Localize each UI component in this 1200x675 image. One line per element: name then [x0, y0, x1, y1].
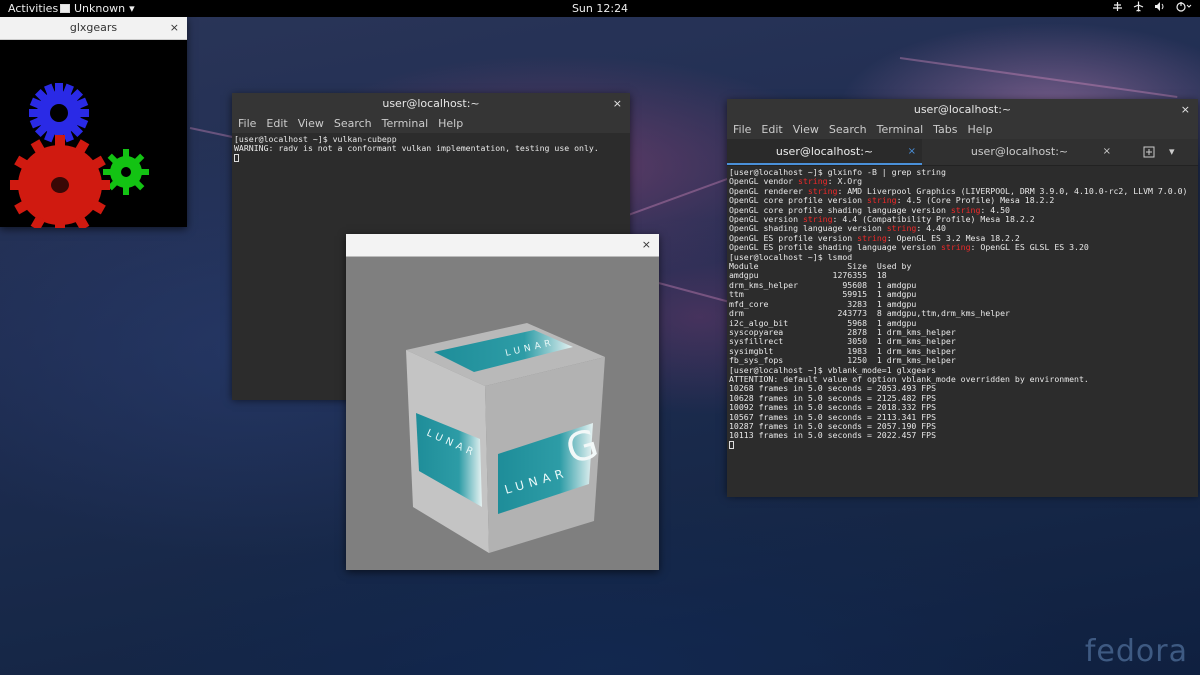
lunarg-cube: LUNAR LUNAR LUNAR G — [406, 323, 605, 553]
fedora-logo: fedora — [1084, 634, 1188, 669]
menu-help[interactable]: Help — [968, 121, 993, 139]
tab-2[interactable]: user@localhost:~ × — [922, 139, 1117, 165]
activities-button[interactable]: Activities — [8, 0, 58, 17]
terminal-titlebar[interactable]: user@localhost:~ × — [727, 99, 1198, 121]
tab-1[interactable]: user@localhost:~ × — [727, 139, 922, 165]
close-tab-icon[interactable]: × — [1103, 139, 1111, 165]
close-tab-icon[interactable]: × — [908, 139, 916, 165]
menu-view[interactable]: View — [793, 121, 819, 139]
menu-file[interactable]: File — [238, 115, 256, 133]
close-icon[interactable]: × — [613, 93, 622, 115]
menu-file[interactable]: File — [733, 121, 751, 139]
terminal-line: 10113 frames in 5.0 seconds = 2022.457 F… — [729, 430, 937, 441]
system-tray[interactable] — [1112, 0, 1192, 17]
app-menu-label: Unknown — [74, 2, 126, 15]
menu-terminal[interactable]: Terminal — [382, 115, 429, 133]
power-icon[interactable] — [1176, 0, 1192, 17]
tab-bar: user@localhost:~ × user@localhost:~ × ▾ — [727, 139, 1198, 166]
terminal-output[interactable]: [user@localhost ~]$ glxinfo -B | grep st… — [727, 166, 1198, 497]
text-cursor — [729, 441, 734, 450]
cube-canvas: LUNAR LUNAR LUNAR G — [406, 323, 605, 553]
window-title: glxgears — [69, 21, 118, 34]
top-bar: Activities Unknown ▾ Sun 12:24 — [0, 0, 1200, 17]
menu-edit[interactable]: Edit — [761, 121, 782, 139]
vulkan-cube-window[interactable]: × LUNAR LUNAR LUNAR G — [346, 234, 659, 570]
blue-gear — [29, 83, 89, 143]
terminal-menubar: File Edit View Search Terminal Tabs Help — [727, 121, 1198, 139]
glxgears-canvas — [10, 83, 149, 235]
tab-label: user@localhost:~ — [970, 145, 1069, 158]
window-title: user@localhost:~ — [382, 97, 480, 110]
close-icon[interactable]: × — [642, 234, 651, 256]
cube-titlebar[interactable]: × — [346, 234, 659, 257]
terminal-line: WARNING: radv is not a conformant vulkan… — [234, 143, 599, 154]
menu-edit[interactable]: Edit — [266, 115, 287, 133]
terminal-window-right[interactable]: user@localhost:~ × File Edit View Search… — [727, 99, 1198, 497]
red-gear — [10, 135, 110, 235]
new-tab-icon[interactable] — [1143, 139, 1155, 165]
network-icon[interactable] — [1112, 0, 1123, 17]
app-menu[interactable]: Unknown ▾ — [60, 0, 135, 17]
menu-search[interactable]: Search — [334, 115, 372, 133]
menu-tabs[interactable]: Tabs — [933, 121, 957, 139]
tab-label: user@localhost:~ — [775, 145, 874, 158]
clock[interactable]: Sun 12:24 — [572, 2, 628, 15]
airplane-mode-icon[interactable] — [1133, 0, 1144, 17]
menu-terminal[interactable]: Terminal — [877, 121, 924, 139]
text-cursor — [234, 154, 239, 163]
glxgears-window[interactable]: glxgears × — [0, 17, 187, 235]
menu-help[interactable]: Help — [438, 115, 463, 133]
chevron-down-icon: ▾ — [129, 2, 135, 15]
terminal-menubar: File Edit View Search Terminal Help — [232, 115, 630, 133]
tab-menu-icon[interactable]: ▾ — [1169, 139, 1175, 165]
menu-view[interactable]: View — [298, 115, 324, 133]
terminal-titlebar[interactable]: user@localhost:~ × — [232, 93, 630, 115]
window-title: user@localhost:~ — [913, 103, 1012, 116]
close-icon[interactable]: × — [170, 17, 179, 39]
glxgears-titlebar[interactable]: glxgears × — [0, 17, 187, 40]
window-icon — [60, 4, 70, 13]
volume-icon[interactable] — [1154, 0, 1166, 17]
close-icon[interactable]: × — [1181, 99, 1190, 121]
menu-search[interactable]: Search — [829, 121, 867, 139]
